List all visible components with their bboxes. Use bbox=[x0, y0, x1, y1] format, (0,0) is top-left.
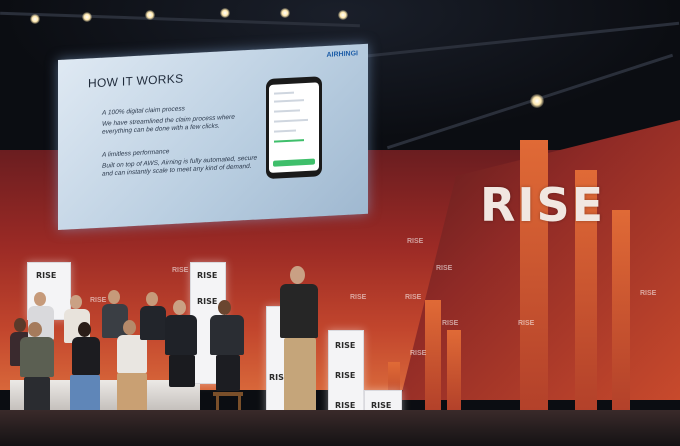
conference-stage-photo: RISE RISE RISE RISE RISE RISE RISE RISE … bbox=[0, 0, 680, 446]
rise-logo-small: RISE bbox=[407, 238, 424, 245]
slide-title: HOW IT WORKS bbox=[88, 71, 184, 91]
rise-logo-small: RISE bbox=[350, 294, 367, 301]
cube-label: RISE bbox=[335, 341, 356, 350]
backdrop-pillar bbox=[447, 330, 461, 410]
rise-cube: RISE RISE RISE bbox=[328, 330, 364, 420]
stage-floor bbox=[0, 410, 680, 446]
slide-logo: AIRHINGI bbox=[326, 50, 359, 59]
phone-mockup bbox=[266, 76, 322, 180]
rise-logo-small: RISE bbox=[172, 267, 189, 274]
stage-light bbox=[145, 10, 155, 20]
cube-label: RISE bbox=[371, 401, 392, 410]
cube-label: RISE bbox=[197, 297, 218, 306]
rise-logo-small: RISE bbox=[442, 320, 459, 327]
cube-label: RISE bbox=[197, 271, 218, 280]
rise-logo-small: RISE bbox=[436, 265, 453, 272]
rise-logo-small: RISE bbox=[640, 290, 657, 297]
rise-logo-small: RISE bbox=[410, 350, 427, 357]
phone-screen bbox=[269, 82, 319, 173]
phone-line bbox=[274, 118, 308, 123]
phone-line bbox=[274, 99, 304, 103]
stage-light bbox=[280, 8, 290, 18]
cube-label: RISE bbox=[335, 371, 356, 380]
rise-logo-small: RISE bbox=[405, 294, 422, 301]
phone-line bbox=[274, 139, 304, 143]
cube-label: RISE bbox=[36, 271, 57, 280]
truss-bar bbox=[330, 21, 680, 62]
rise-logo-large: RISE bbox=[480, 178, 606, 232]
projection-screen: HOW IT WORKS AIRHINGI A 100% digital cla… bbox=[58, 43, 368, 231]
phone-line bbox=[274, 109, 300, 113]
backdrop-pillar bbox=[612, 210, 630, 410]
cube-label: RISE bbox=[335, 401, 356, 410]
stage-light bbox=[82, 12, 92, 22]
phone-button bbox=[273, 158, 315, 167]
stage-light bbox=[30, 14, 40, 24]
phone-line bbox=[274, 129, 296, 133]
truss-bar bbox=[0, 11, 360, 28]
rise-logo-small: RISE bbox=[518, 320, 535, 327]
backdrop-pillar bbox=[425, 300, 441, 410]
phone-line bbox=[274, 91, 294, 95]
stage-light bbox=[220, 8, 230, 18]
rise-logo-small: RISE bbox=[90, 297, 107, 304]
stage-light bbox=[530, 94, 544, 108]
stage-light bbox=[338, 10, 348, 20]
